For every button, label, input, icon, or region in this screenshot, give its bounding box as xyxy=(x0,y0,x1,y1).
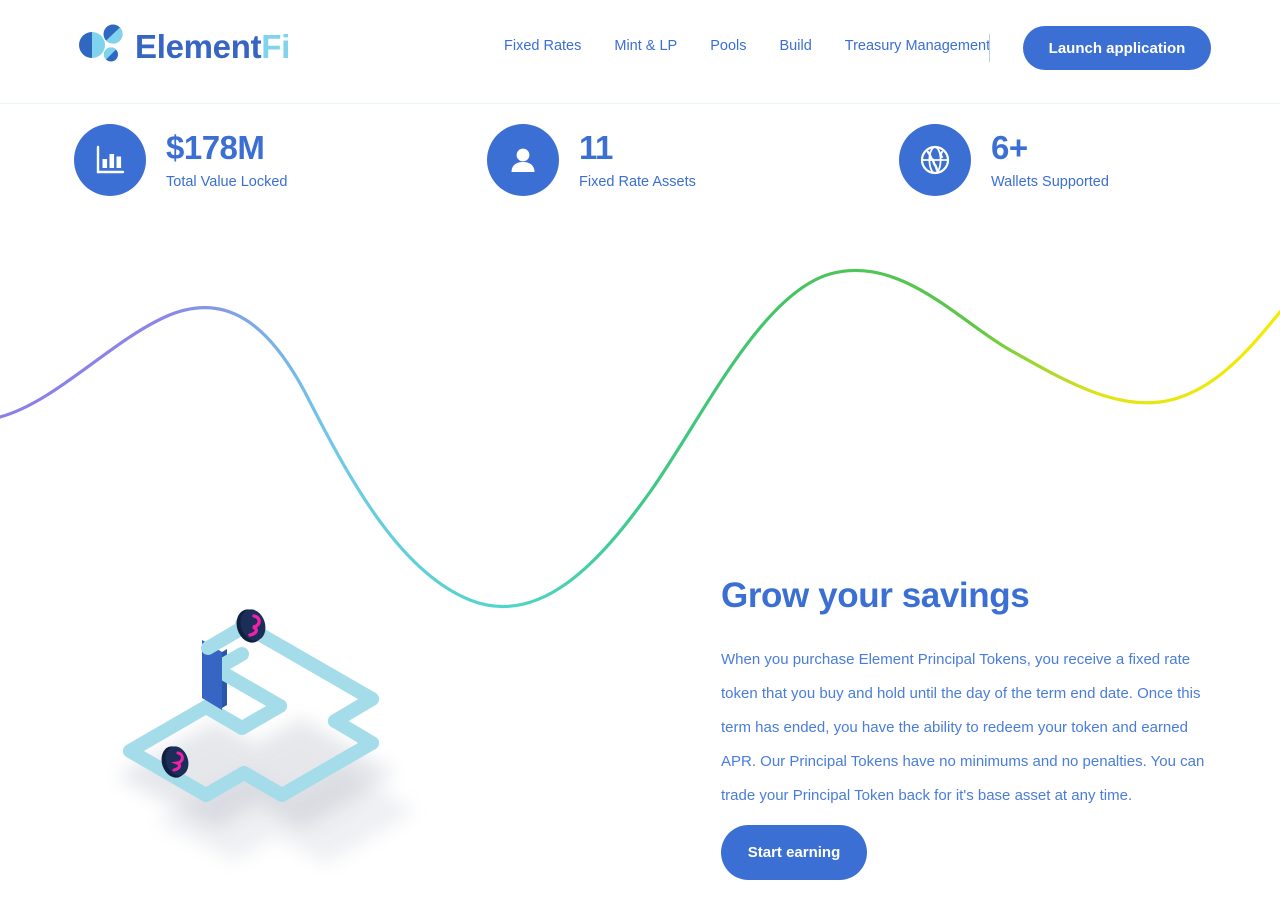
isometric-element-logo-illustration xyxy=(96,596,476,896)
main-navigation: Fixed Rates Mint & LP Pools Build Treasu… xyxy=(504,38,990,54)
stat-label: Total Value Locked xyxy=(166,173,288,190)
stat-fixed-rate-assets: 11 Fixed Rate Assets xyxy=(487,124,696,196)
logo[interactable]: ElementFi xyxy=(78,18,290,74)
page-root: ElementFi Fixed Rates Mint & LP Pools Bu… xyxy=(0,0,1280,919)
bar-chart-icon xyxy=(74,124,146,196)
hero-body-text: When you purchase Element Principal Toke… xyxy=(721,651,1205,804)
launch-application-button[interactable]: Launch application xyxy=(1023,26,1211,70)
stat-value: 11 xyxy=(579,128,613,166)
stat-label: Wallets Supported xyxy=(991,173,1109,190)
nav-item-fixed-rates[interactable]: Fixed Rates xyxy=(504,38,581,54)
nav-divider xyxy=(989,34,990,62)
stat-total-value-locked: $178M Total Value Locked xyxy=(74,124,287,196)
nav-item-pools[interactable]: Pools xyxy=(710,38,746,54)
stat-text: 11 Fixed Rate Assets xyxy=(579,129,696,191)
nav-item-treasury-management[interactable]: Treasury Management xyxy=(845,38,990,54)
page-title: Grow your savings xyxy=(721,576,1030,615)
start-earning-button[interactable]: Start earning xyxy=(721,825,867,880)
hero-content: Grow your savings When you purchase Elem… xyxy=(721,575,1221,880)
stat-text: 6+ Wallets Supported xyxy=(991,129,1109,191)
user-icon xyxy=(487,124,559,196)
site-header: ElementFi Fixed Rates Mint & LP Pools Bu… xyxy=(0,0,1280,104)
stat-wallets-supported: 6+ Wallets Supported xyxy=(899,124,1109,196)
stat-text: $178M Total Value Locked xyxy=(166,129,287,191)
stat-label: Fixed Rate Assets xyxy=(579,173,696,190)
stat-value: 6+ xyxy=(991,128,1028,166)
stats-bar: $178M Total Value Locked 11 Fixed Rate A… xyxy=(0,104,1280,232)
stat-value: $178M xyxy=(166,128,265,166)
logo-word-primary: Element xyxy=(135,27,262,65)
nav-item-build[interactable]: Build xyxy=(780,38,812,54)
logo-word-secondary: Fi xyxy=(261,27,291,65)
globe-icon xyxy=(899,124,971,196)
nav-item-mint-lp[interactable]: Mint & LP xyxy=(614,38,677,54)
logo-wordmark: ElementFi xyxy=(135,30,290,63)
element-circles-logo-icon xyxy=(78,23,124,69)
